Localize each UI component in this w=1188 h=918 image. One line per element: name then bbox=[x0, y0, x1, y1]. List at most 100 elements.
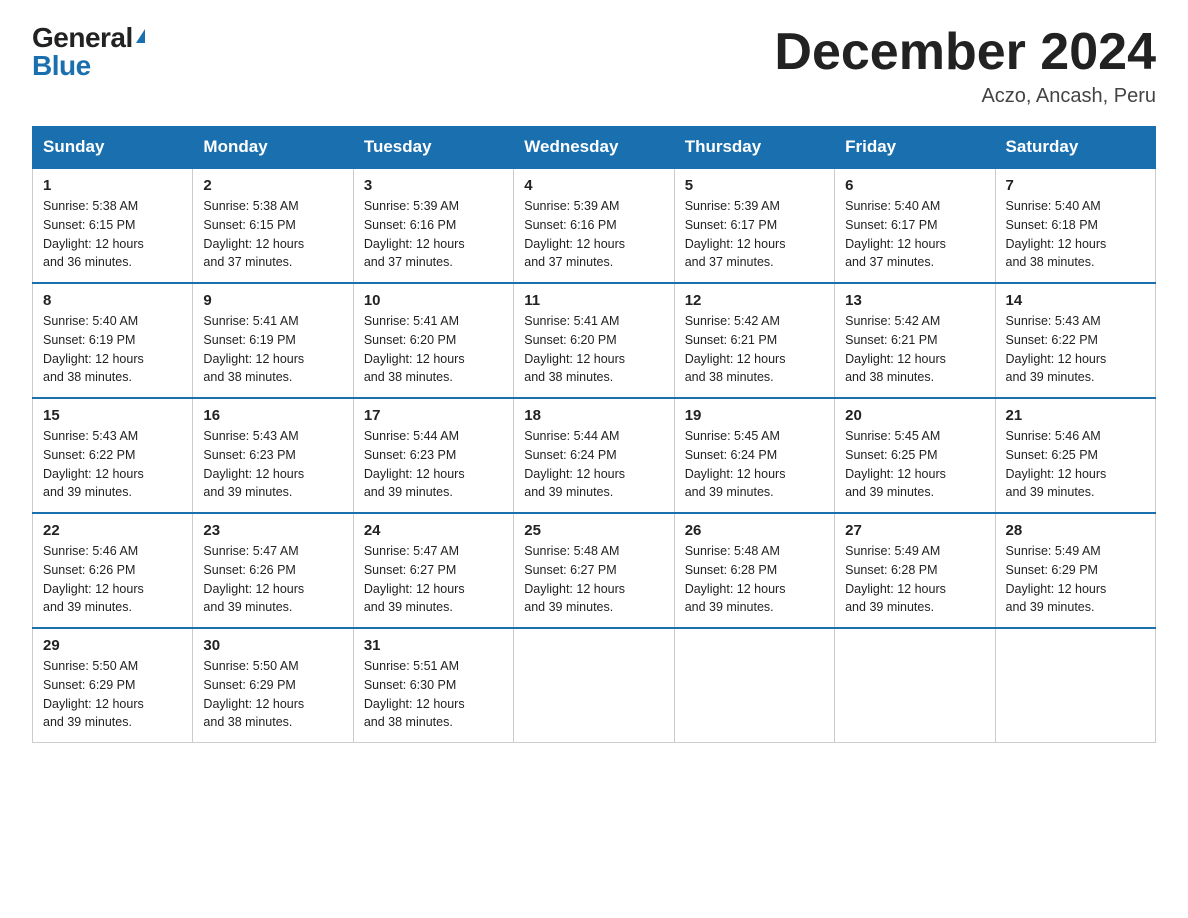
day-info: Sunrise: 5:43 AMSunset: 6:22 PMDaylight:… bbox=[43, 427, 182, 502]
day-number: 19 bbox=[685, 407, 824, 424]
calendar-day-cell: 30 Sunrise: 5:50 AMSunset: 6:29 PMDayligh… bbox=[193, 628, 353, 743]
page-header: General Blue December 2024 Aczo, Ancash,… bbox=[32, 24, 1156, 108]
calendar-day-cell: 24 Sunrise: 5:47 AMSunset: 6:27 PMDayligh… bbox=[353, 513, 513, 628]
day-info: Sunrise: 5:47 AMSunset: 6:27 PMDaylight:… bbox=[364, 542, 503, 617]
day-info: Sunrise: 5:48 AMSunset: 6:28 PMDaylight:… bbox=[685, 542, 824, 617]
day-number: 30 bbox=[203, 637, 342, 654]
day-number: 11 bbox=[524, 292, 663, 309]
day-info: Sunrise: 5:38 AMSunset: 6:15 PMDaylight:… bbox=[43, 197, 182, 272]
calendar-day-cell: 27 Sunrise: 5:49 AMSunset: 6:28 PMDayligh… bbox=[835, 513, 995, 628]
calendar-table: SundayMondayTuesdayWednesdayThursdayFrid… bbox=[32, 126, 1156, 743]
calendar-empty-cell bbox=[995, 628, 1155, 743]
day-info: Sunrise: 5:49 AMSunset: 6:29 PMDaylight:… bbox=[1006, 542, 1145, 617]
day-info: Sunrise: 5:49 AMSunset: 6:28 PMDaylight:… bbox=[845, 542, 984, 617]
day-info: Sunrise: 5:43 AMSunset: 6:23 PMDaylight:… bbox=[203, 427, 342, 502]
day-info: Sunrise: 5:39 AMSunset: 6:17 PMDaylight:… bbox=[685, 197, 824, 272]
day-info: Sunrise: 5:42 AMSunset: 6:21 PMDaylight:… bbox=[685, 312, 824, 387]
calendar-day-cell: 19 Sunrise: 5:45 AMSunset: 6:24 PMDayligh… bbox=[674, 398, 834, 513]
day-info: Sunrise: 5:46 AMSunset: 6:25 PMDaylight:… bbox=[1006, 427, 1145, 502]
calendar-day-cell: 25 Sunrise: 5:48 AMSunset: 6:27 PMDayligh… bbox=[514, 513, 674, 628]
day-number: 27 bbox=[845, 522, 984, 539]
calendar-week-row: 22Sunrise: 5:46 AMSunset: 6:26 PMDayligh… bbox=[33, 513, 1156, 628]
day-number: 23 bbox=[203, 522, 342, 539]
day-number: 17 bbox=[364, 407, 503, 424]
calendar-body: 1 Sunrise: 5:38 AMSunset: 6:15 PMDaylight… bbox=[33, 168, 1156, 743]
calendar-empty-cell bbox=[514, 628, 674, 743]
day-number: 18 bbox=[524, 407, 663, 424]
calendar-header-friday: Friday bbox=[835, 127, 995, 169]
day-number: 3 bbox=[364, 177, 503, 194]
day-number: 16 bbox=[203, 407, 342, 424]
day-info: Sunrise: 5:51 AMSunset: 6:30 PMDaylight:… bbox=[364, 657, 503, 732]
day-number: 2 bbox=[203, 177, 342, 194]
day-number: 1 bbox=[43, 177, 182, 194]
calendar-empty-cell bbox=[674, 628, 834, 743]
calendar-week-row: 8 Sunrise: 5:40 AMSunset: 6:19 PMDaylight… bbox=[33, 283, 1156, 398]
day-number: 21 bbox=[1006, 407, 1145, 424]
calendar-day-cell: 4Sunrise: 5:39 AMSunset: 6:16 PMDaylight… bbox=[514, 168, 674, 283]
calendar-day-cell: 26 Sunrise: 5:48 AMSunset: 6:28 PMDayligh… bbox=[674, 513, 834, 628]
calendar-day-cell: 5Sunrise: 5:39 AMSunset: 6:17 PMDaylight… bbox=[674, 168, 834, 283]
day-info: Sunrise: 5:41 AMSunset: 6:20 PMDaylight:… bbox=[524, 312, 663, 387]
day-info: Sunrise: 5:50 AMSunset: 6:29 PMDaylight:… bbox=[43, 657, 182, 732]
logo: General Blue bbox=[32, 24, 145, 80]
day-number: 28 bbox=[1006, 522, 1145, 539]
calendar-day-cell: 8 Sunrise: 5:40 AMSunset: 6:19 PMDaylight… bbox=[33, 283, 193, 398]
calendar-header-tuesday: Tuesday bbox=[353, 127, 513, 169]
day-number: 26 bbox=[685, 522, 824, 539]
day-info: Sunrise: 5:40 AMSunset: 6:18 PMDaylight:… bbox=[1006, 197, 1145, 272]
day-info: Sunrise: 5:44 AMSunset: 6:23 PMDaylight:… bbox=[364, 427, 503, 502]
calendar-day-cell: 22Sunrise: 5:46 AMSunset: 6:26 PMDayligh… bbox=[33, 513, 193, 628]
calendar-week-row: 15 Sunrise: 5:43 AMSunset: 6:22 PMDayligh… bbox=[33, 398, 1156, 513]
day-number: 25 bbox=[524, 522, 663, 539]
calendar-day-cell: 28 Sunrise: 5:49 AMSunset: 6:29 PMDayligh… bbox=[995, 513, 1155, 628]
calendar-header-thursday: Thursday bbox=[674, 127, 834, 169]
day-info: Sunrise: 5:41 AMSunset: 6:20 PMDaylight:… bbox=[364, 312, 503, 387]
day-info: Sunrise: 5:50 AMSunset: 6:29 PMDaylight:… bbox=[203, 657, 342, 732]
day-info: Sunrise: 5:43 AMSunset: 6:22 PMDaylight:… bbox=[1006, 312, 1145, 387]
calendar-header-wednesday: Wednesday bbox=[514, 127, 674, 169]
day-info: Sunrise: 5:39 AMSunset: 6:16 PMDaylight:… bbox=[364, 197, 503, 272]
calendar-day-cell: 6Sunrise: 5:40 AMSunset: 6:17 PMDaylight… bbox=[835, 168, 995, 283]
calendar-week-row: 1 Sunrise: 5:38 AMSunset: 6:15 PMDaylight… bbox=[33, 168, 1156, 283]
day-number: 10 bbox=[364, 292, 503, 309]
calendar-day-cell: 17 Sunrise: 5:44 AMSunset: 6:23 PMDayligh… bbox=[353, 398, 513, 513]
calendar-day-cell: 14 Sunrise: 5:43 AMSunset: 6:22 PMDayligh… bbox=[995, 283, 1155, 398]
day-number: 8 bbox=[43, 292, 182, 309]
day-number: 22 bbox=[43, 522, 182, 539]
day-number: 9 bbox=[203, 292, 342, 309]
calendar-day-cell: 23 Sunrise: 5:47 AMSunset: 6:26 PMDayligh… bbox=[193, 513, 353, 628]
calendar-header-monday: Monday bbox=[193, 127, 353, 169]
calendar-day-cell: 2Sunrise: 5:38 AMSunset: 6:15 PMDaylight… bbox=[193, 168, 353, 283]
day-number: 15 bbox=[43, 407, 182, 424]
calendar-empty-cell bbox=[835, 628, 995, 743]
calendar-day-cell: 1 Sunrise: 5:38 AMSunset: 6:15 PMDaylight… bbox=[33, 168, 193, 283]
day-info: Sunrise: 5:39 AMSunset: 6:16 PMDaylight:… bbox=[524, 197, 663, 272]
day-info: Sunrise: 5:41 AMSunset: 6:19 PMDaylight:… bbox=[203, 312, 342, 387]
calendar-day-cell: 11 Sunrise: 5:41 AMSunset: 6:20 PMDayligh… bbox=[514, 283, 674, 398]
day-number: 24 bbox=[364, 522, 503, 539]
calendar-day-cell: 20Sunrise: 5:45 AMSunset: 6:25 PMDayligh… bbox=[835, 398, 995, 513]
day-number: 14 bbox=[1006, 292, 1145, 309]
logo-triangle-icon bbox=[136, 29, 145, 43]
calendar-day-cell: 29 Sunrise: 5:50 AMSunset: 6:29 PMDayligh… bbox=[33, 628, 193, 743]
calendar-header-sunday: Sunday bbox=[33, 127, 193, 169]
day-number: 12 bbox=[685, 292, 824, 309]
calendar-subtitle: Aczo, Ancash, Peru bbox=[774, 85, 1156, 108]
calendar-day-cell: 9 Sunrise: 5:41 AMSunset: 6:19 PMDaylight… bbox=[193, 283, 353, 398]
calendar-day-cell: 13Sunrise: 5:42 AMSunset: 6:21 PMDayligh… bbox=[835, 283, 995, 398]
day-info: Sunrise: 5:45 AMSunset: 6:24 PMDaylight:… bbox=[685, 427, 824, 502]
day-number: 20 bbox=[845, 407, 984, 424]
calendar-day-cell: 7 Sunrise: 5:40 AMSunset: 6:18 PMDaylight… bbox=[995, 168, 1155, 283]
day-number: 29 bbox=[43, 637, 182, 654]
day-info: Sunrise: 5:48 AMSunset: 6:27 PMDaylight:… bbox=[524, 542, 663, 617]
calendar-day-cell: 10 Sunrise: 5:41 AMSunset: 6:20 PMDayligh… bbox=[353, 283, 513, 398]
day-number: 6 bbox=[845, 177, 984, 194]
title-block: December 2024 Aczo, Ancash, Peru bbox=[774, 24, 1156, 108]
calendar-day-cell: 31Sunrise: 5:51 AMSunset: 6:30 PMDayligh… bbox=[353, 628, 513, 743]
calendar-title: December 2024 bbox=[774, 24, 1156, 81]
day-info: Sunrise: 5:47 AMSunset: 6:26 PMDaylight:… bbox=[203, 542, 342, 617]
day-number: 7 bbox=[1006, 177, 1145, 194]
calendar-day-cell: 21 Sunrise: 5:46 AMSunset: 6:25 PMDayligh… bbox=[995, 398, 1155, 513]
day-info: Sunrise: 5:40 AMSunset: 6:19 PMDaylight:… bbox=[43, 312, 182, 387]
